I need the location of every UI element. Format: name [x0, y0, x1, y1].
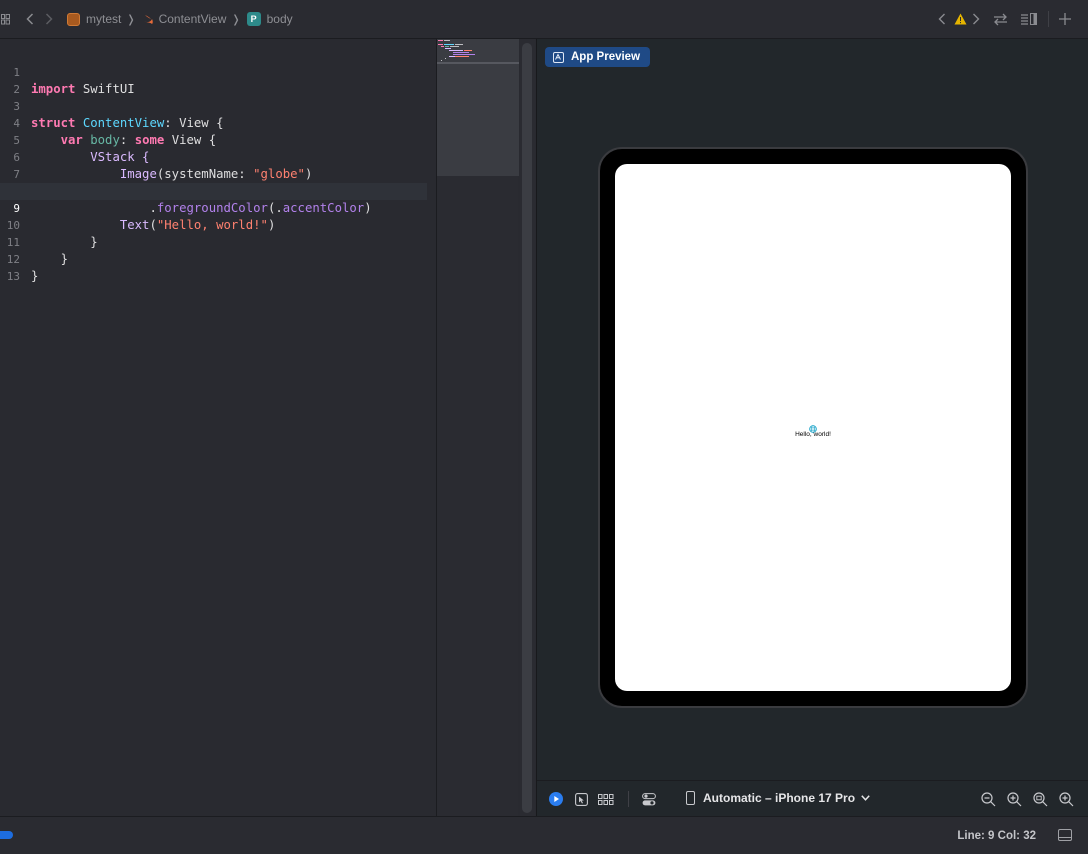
code-plain: }: [31, 269, 39, 283]
live-preview-play-icon[interactable]: [549, 792, 563, 806]
breadcrumb-separator: ❭: [231, 13, 241, 26]
minimap-code-thumbnail: [438, 40, 475, 63]
code-line[interactable]: 13: [0, 251, 427, 283]
zoom-actual-icon[interactable]: [1059, 792, 1074, 807]
code-line[interactable]: 10 }: [0, 200, 427, 249]
device-frame: Hello, world!: [598, 147, 1028, 708]
status-bar: Line: 9 Col: 32: [0, 816, 1088, 854]
code-text: }: [31, 268, 38, 285]
vertical-scrollbar[interactable]: [520, 39, 535, 816]
property-icon: P: [246, 12, 261, 26]
device-screen[interactable]: Hello, world!: [615, 164, 1011, 691]
chevron-down-icon: [861, 795, 870, 801]
activity-indicator: [0, 831, 13, 839]
code-line[interactable]: 6 Image(systemName: "globe"): [0, 132, 427, 181]
breadcrumb: mytest ❭ ContentView ❭ P body: [67, 12, 293, 26]
code-line[interactable]: 7 .imageScale(.large): [0, 149, 427, 198]
code-line[interactable]: 12 }: [0, 234, 427, 283]
code-line[interactable]: 4 var body: some View {: [0, 98, 427, 147]
code-line[interactable]: 8 .foregroundColor(.accentColor): [0, 166, 427, 215]
app-preview-tab[interactable]: App Preview: [545, 47, 651, 67]
code-line[interactable]: 11 }: [0, 217, 427, 266]
device-settings-icon[interactable]: [642, 792, 656, 806]
inspector-icon[interactable]: [1019, 12, 1037, 26]
device-selector[interactable]: Automatic – iPhone 17 Pro: [686, 791, 870, 805]
swift-file-icon: [142, 13, 154, 25]
code-line-current[interactable]: 9 Text("Hello, world!"): [0, 183, 427, 232]
zoom-in-icon[interactable]: [1007, 792, 1022, 807]
swap-icon[interactable]: [992, 12, 1008, 26]
device-selector-label: Automatic – iPhone 17 Pro: [703, 791, 856, 805]
grid-icon[interactable]: [0, 13, 10, 25]
scrollbar-thumb[interactable]: [522, 43, 532, 813]
variants-icon[interactable]: [598, 793, 614, 805]
preview-header: App Preview: [537, 39, 1088, 75]
breadcrumb-symbol[interactable]: P body: [246, 12, 293, 26]
breadcrumb-separator: ❭: [126, 13, 136, 26]
add-icon[interactable]: [1058, 12, 1072, 26]
code-line[interactable]: 1 import SwiftUI: [0, 47, 427, 96]
preview-canvas: App Preview Hello, world! Automatic – iP…: [536, 39, 1088, 816]
warning-icon[interactable]: [953, 12, 967, 26]
code-line[interactable]: 3 struct ContentView: View {: [0, 81, 427, 130]
editor-toolbar: mytest ❭ ContentView ❭ P body: [0, 0, 1088, 39]
globe-icon: [809, 420, 817, 433]
line-number: 13: [6, 270, 20, 283]
select-icon[interactable]: [574, 792, 588, 806]
breadcrumb-file[interactable]: ContentView ❭: [142, 12, 247, 26]
code-editor[interactable]: 1 import SwiftUI 2 3 struct ContentView:…: [0, 39, 435, 816]
code-line[interactable]: 2: [0, 64, 427, 96]
back-icon[interactable]: [24, 12, 36, 26]
hello-world-text: Hello, world!: [795, 431, 831, 438]
code-line[interactable]: 5 VStack {: [0, 115, 427, 164]
previous-issue-icon[interactable]: [937, 12, 947, 26]
minimap[interactable]: [436, 39, 519, 816]
preview-footer: Automatic – iPhone 17 Pro: [537, 780, 1088, 816]
panel-toggle-icon[interactable]: [1058, 829, 1072, 841]
footer-divider: [628, 791, 629, 807]
app-preview-icon: [553, 51, 564, 63]
breadcrumb-project[interactable]: mytest ❭: [67, 12, 142, 26]
next-issue-icon[interactable]: [971, 12, 981, 26]
cursor-position: Line: 9 Col: 32: [957, 830, 1036, 842]
minimap-highlight-line: [437, 62, 519, 64]
zoom-fit-icon[interactable]: [1033, 792, 1048, 807]
project-icon: [67, 12, 80, 26]
forward-icon[interactable]: [43, 12, 55, 26]
iphone-icon: [686, 791, 695, 805]
app-preview-tab-label: App Preview: [571, 51, 641, 63]
toolbar-divider: [1048, 11, 1049, 27]
zoom-out-icon[interactable]: [981, 792, 996, 807]
